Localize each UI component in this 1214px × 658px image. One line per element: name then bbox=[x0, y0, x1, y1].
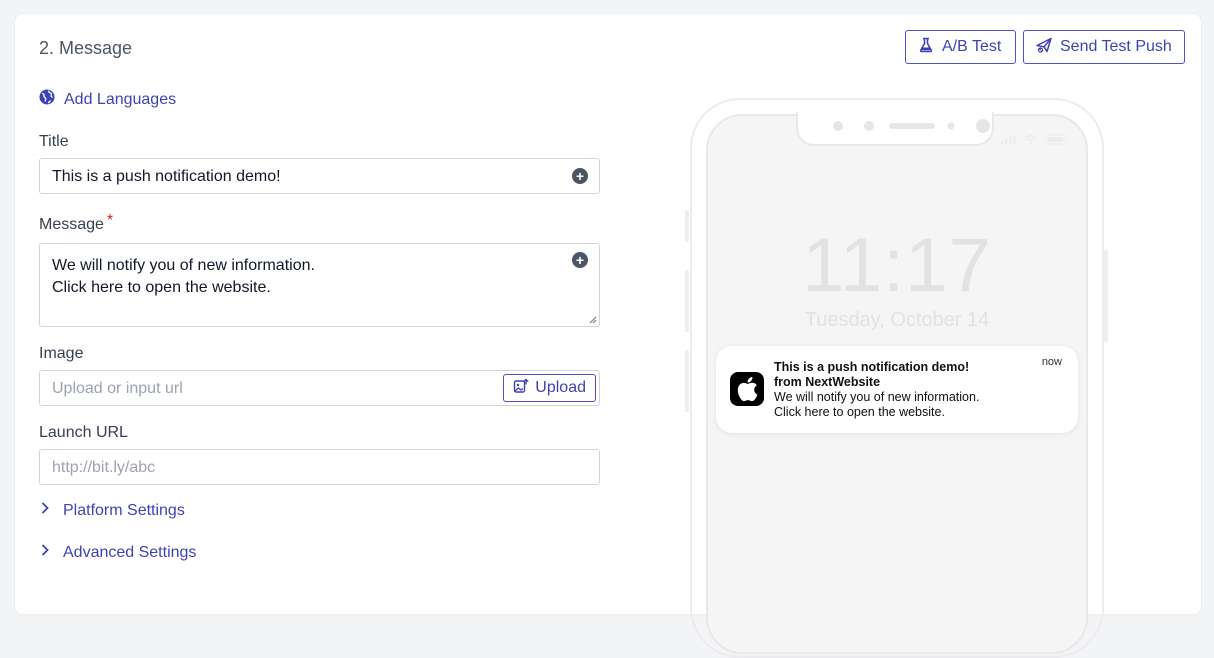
add-languages-link[interactable]: Add Languages bbox=[39, 89, 176, 110]
send-test-push-label: Send Test Push bbox=[1060, 38, 1172, 55]
phone-power-button bbox=[1104, 250, 1108, 342]
section-title: 2. Message bbox=[39, 38, 133, 58]
platform-settings-toggle[interactable]: Platform Settings bbox=[39, 501, 185, 520]
message-card: 2. Message A/B Test Send Test Push Add L… bbox=[15, 14, 1201, 658]
notification-preview: This is a push notification demo! from N… bbox=[716, 346, 1078, 433]
launch-url-input[interactable]: http://bit.ly/abc bbox=[39, 449, 600, 485]
ab-test-button[interactable]: A/B Test bbox=[905, 30, 1016, 64]
chevron-right-icon bbox=[39, 543, 51, 562]
title-input-value: This is a push notification demo! bbox=[52, 168, 281, 185]
notification-body-line-2: Click here to open the website. bbox=[774, 405, 945, 419]
image-url-placeholder: Upload or input url bbox=[52, 380, 183, 397]
title-label: Title bbox=[39, 133, 69, 150]
advanced-settings-label: Advanced Settings bbox=[63, 543, 197, 561]
status-bar-icons bbox=[1001, 132, 1071, 150]
image-label: Image bbox=[39, 345, 84, 362]
message-textarea[interactable]: We will notify you of new information. C… bbox=[39, 243, 600, 327]
notification-content: This is a push notification demo! from N… bbox=[774, 360, 1034, 420]
phone-mute-switch bbox=[685, 210, 689, 242]
lockscreen-time: 11:17 bbox=[802, 223, 992, 308]
add-languages-label: Add Languages bbox=[64, 90, 177, 108]
message-line-2: Click here to open the website. bbox=[52, 279, 271, 296]
lockscreen-date: Tuesday, October 14 bbox=[804, 309, 990, 331]
image-url-input[interactable]: Upload or input url Upload bbox=[39, 370, 600, 406]
platform-settings-label: Platform Settings bbox=[63, 501, 185, 519]
notification-title: This is a push notification demo! bbox=[774, 360, 970, 374]
plus-circle-icon[interactable]: + bbox=[572, 168, 588, 184]
message-textarea-value: We will notify you of new information. C… bbox=[52, 255, 315, 299]
message-line-1: We will notify you of new information. bbox=[52, 257, 315, 274]
phone-volume-down bbox=[685, 350, 689, 412]
apple-icon bbox=[730, 372, 764, 406]
globe-icon bbox=[39, 89, 55, 110]
notification-body-line-1: We will notify you of new information. bbox=[774, 390, 980, 404]
advanced-settings-toggle[interactable]: Advanced Settings bbox=[39, 543, 196, 562]
required-asterisk: * bbox=[106, 212, 114, 229]
notification-source: from NextWebsite bbox=[774, 375, 881, 389]
message-label-text: Message bbox=[39, 216, 104, 233]
send-test-push-button[interactable]: Send Test Push bbox=[1023, 30, 1185, 64]
upload-button[interactable]: Upload bbox=[503, 374, 596, 402]
ab-test-label: A/B Test bbox=[942, 38, 1002, 55]
notification-time: now bbox=[1041, 356, 1062, 368]
phone-notch bbox=[796, 112, 994, 146]
paper-plane-icon bbox=[1036, 37, 1052, 58]
resize-handle-icon[interactable] bbox=[589, 316, 597, 324]
flask-icon bbox=[918, 37, 934, 58]
image-upload-icon bbox=[513, 378, 529, 399]
launch-url-label: Launch URL bbox=[39, 424, 128, 441]
title-input[interactable]: This is a push notification demo! + bbox=[39, 158, 600, 194]
upload-label: Upload bbox=[535, 379, 586, 396]
phone-volume-up bbox=[685, 270, 689, 332]
launch-url-placeholder: http://bit.ly/abc bbox=[52, 459, 156, 476]
chevron-right-icon bbox=[39, 501, 51, 520]
plus-circle-icon[interactable]: + bbox=[572, 252, 588, 268]
message-label: Message * bbox=[39, 212, 113, 234]
